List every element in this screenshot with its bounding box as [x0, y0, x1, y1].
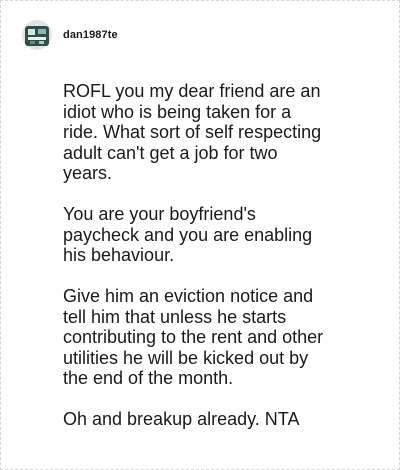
- comment-paragraph: Give him an eviction notice and tell him…: [63, 286, 324, 388]
- comment-header: dan1987te: [22, 18, 118, 52]
- comment-paragraph: You are your boyfriend's paycheck and yo…: [63, 204, 313, 265]
- user-avatar-icon[interactable]: [22, 20, 52, 50]
- comment-card: dan1987te ROFL you my dear friend are an…: [0, 0, 400, 470]
- comment-body: ROFL you my dear friend are an idiot who…: [63, 81, 383, 430]
- comment-paragraph: ROFL you my dear friend are an idiot who…: [63, 81, 322, 183]
- username[interactable]: dan1987te: [63, 29, 118, 41]
- comment-paragraph: Oh and breakup already. NTA: [63, 409, 300, 429]
